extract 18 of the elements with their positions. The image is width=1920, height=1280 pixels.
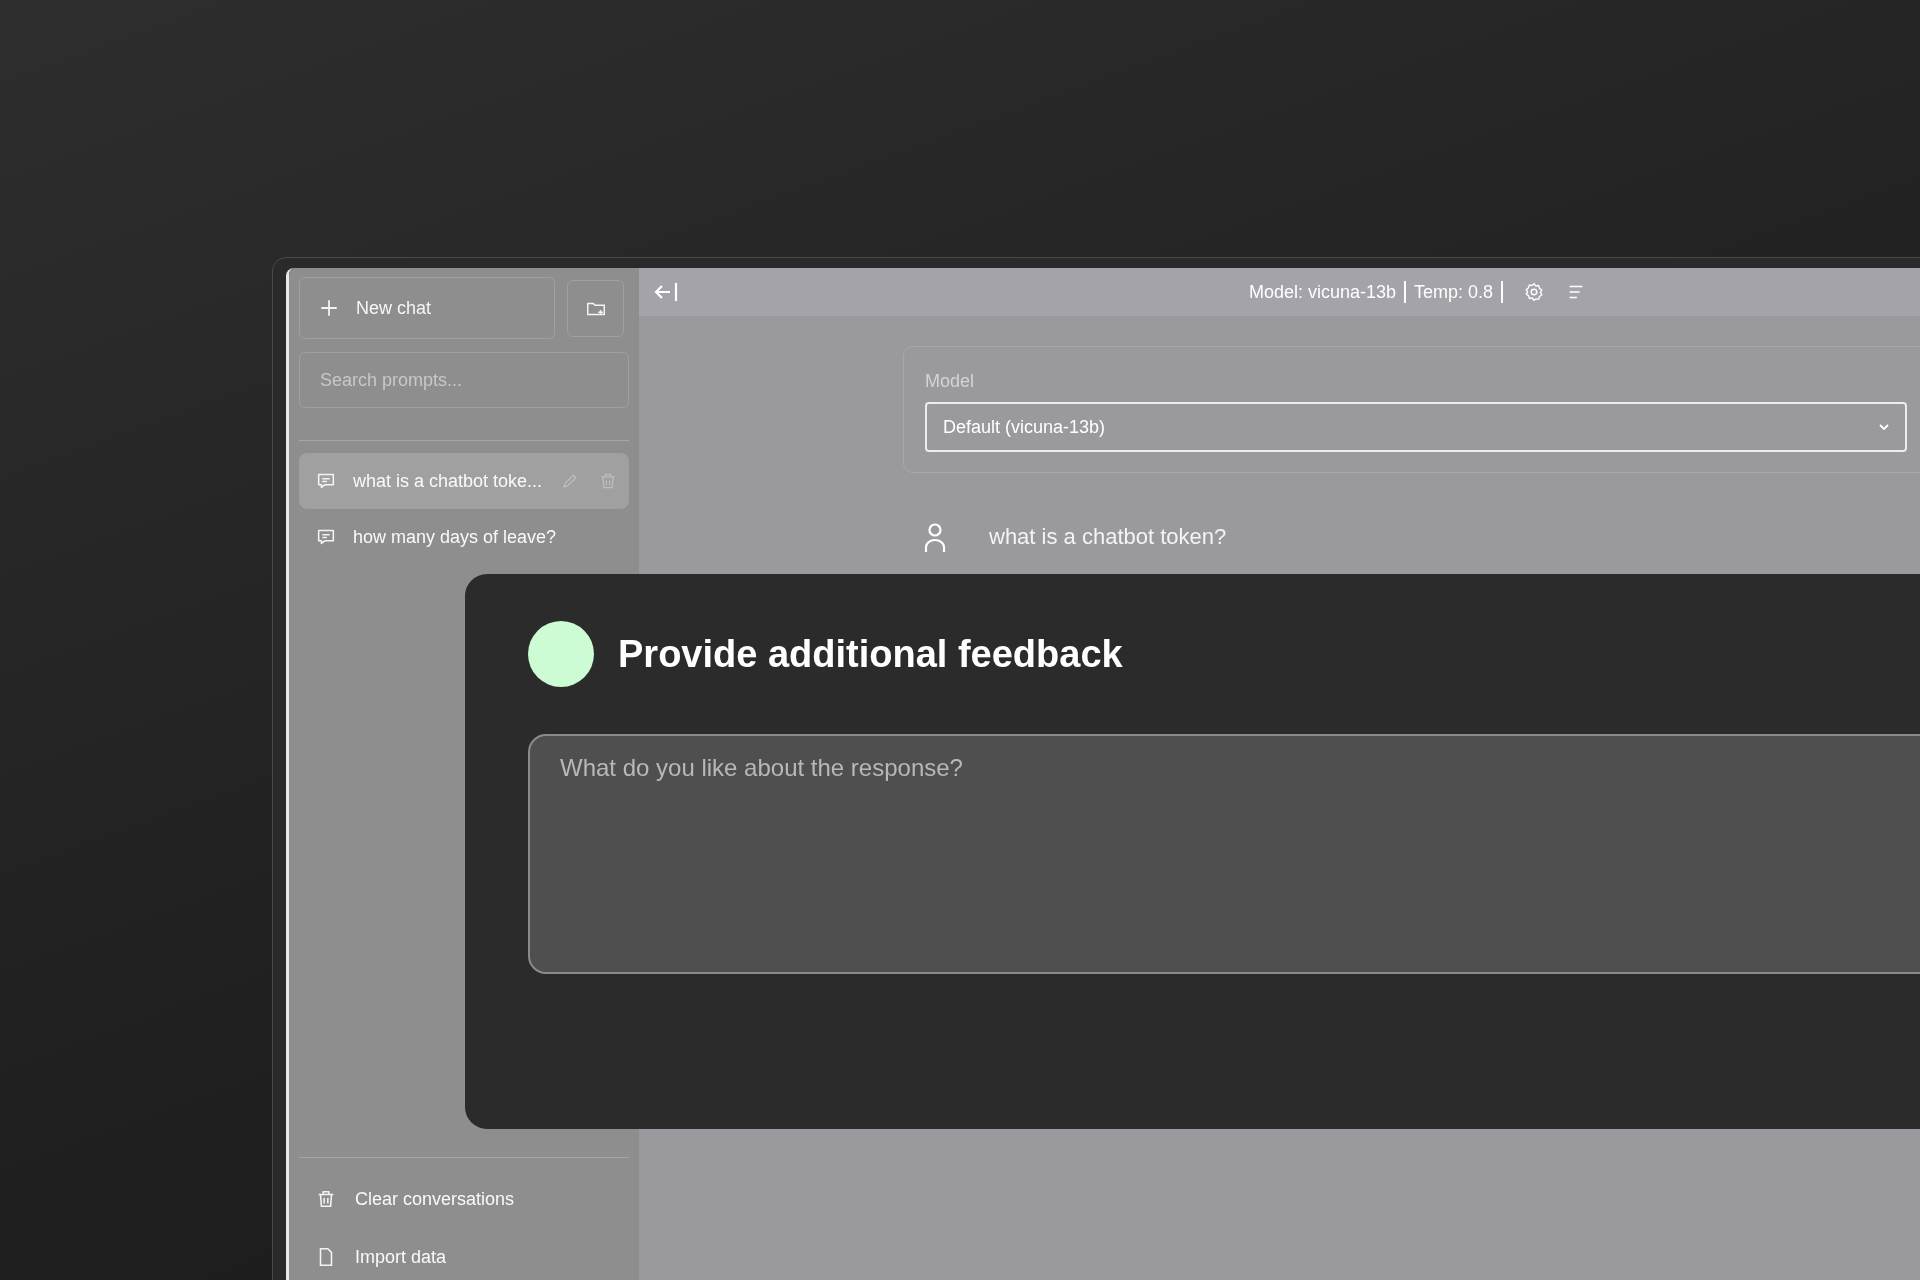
conversation-item[interactable]: how many days of leave? [299,509,629,565]
conversation-title: how many days of leave? [353,526,557,548]
feedback-field[interactable]: What do you like about the response? [528,734,1920,974]
new-folder-button[interactable] [567,280,624,337]
model-name: Model: vicuna-13b [1249,281,1397,303]
search-field[interactable]: Search prompts... [299,352,629,408]
conversation-title: what is a chatbot toke... [353,470,543,492]
message-text: what is a chatbot token? [989,524,1227,550]
dialog-title: Provide additional feedback [618,632,1123,676]
model-label: Model [925,371,976,392]
conversation-item[interactable]: what is a chatbot toke... [299,453,629,509]
new-chat-button[interactable]: New chat [299,277,555,339]
temperature-text: Temp: 0.8 [1414,281,1494,303]
model-select[interactable]: Default (vicuna-13b) [925,402,1907,452]
sidebar-menu-item[interactable]: Clear conversations [299,1170,629,1228]
plus-icon [318,297,340,319]
user-icon [923,521,947,553]
sidebar-menu-item[interactable]: Import data [299,1228,629,1280]
